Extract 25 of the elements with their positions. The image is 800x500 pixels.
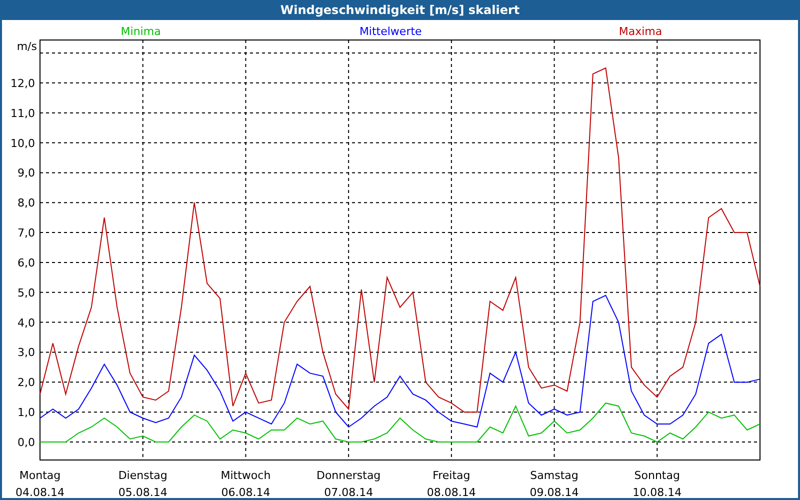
y-tick-label: 8,0 (18, 196, 35, 210)
y-axis-unit: m/s (16, 40, 37, 53)
y-tick-label: 11,0 (10, 106, 35, 120)
legend-label: Mittelwerte (359, 25, 422, 38)
y-tick-label: 7,0 (18, 226, 35, 240)
legend-label: Maxima (618, 25, 662, 38)
y-tick-label: 4,0 (18, 316, 35, 330)
window-title: Windgeschwindigkeit [m/s] skaliert (280, 3, 520, 17)
y-tick-label: 9,0 (18, 166, 35, 180)
y-tick-label: 2,0 (18, 376, 35, 390)
y-tick-label: 3,0 (18, 346, 35, 360)
y-tick-label: 12,0 (10, 76, 35, 90)
x-tick-label: Mittwoch 06.08.14 (220, 469, 271, 498)
x-tick-label: Freitag 08.08.14 (426, 469, 476, 498)
y-tick-label: 5,0 (18, 286, 35, 300)
y-tick-label: 10,0 (10, 136, 35, 150)
x-tick-label: Montag 04.08.14 (16, 469, 64, 498)
legend-label: Minima (120, 25, 161, 38)
y-tick-label: 1,0 (18, 406, 35, 420)
y-tick-label: 0,0 (18, 436, 35, 449)
x-tick-label: Sonntag 10.08.14 (632, 469, 682, 498)
x-tick-label: Donnerstag 07.08.14 (316, 469, 381, 498)
y-tick-label: 6,0 (18, 256, 35, 270)
x-tick-label: Samstag 09.08.14 (530, 469, 579, 498)
x-tick-label: Dienstag 05.08.14 (118, 469, 168, 498)
